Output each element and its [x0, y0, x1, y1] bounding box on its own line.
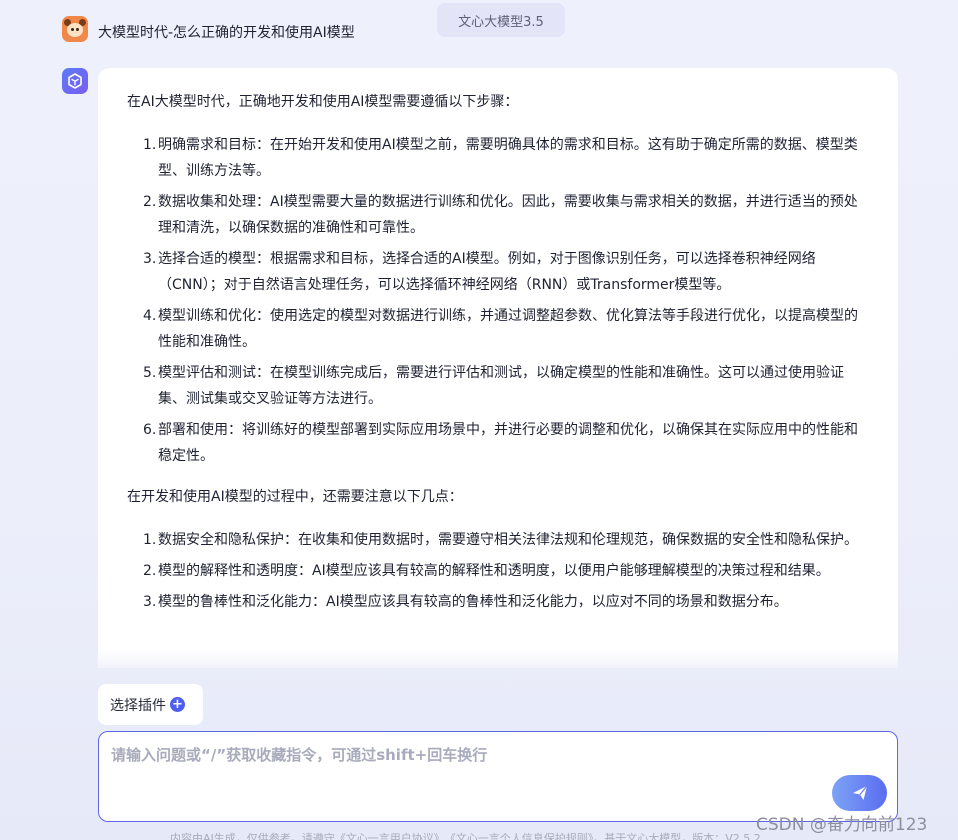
steps-list: 1. 明确需求和目标：在开始开发和使用AI模型之前，需要明确具体的需求和目标。这有… — [127, 132, 866, 469]
footer-disclaimer: 内容由AI生成，仅供参考。请遵守《文心一言用户协议》、《文心一言个人信息保护规则… — [170, 832, 761, 840]
chat-input[interactable] — [111, 744, 811, 804]
scroll-fade — [98, 650, 898, 668]
select-plugin-button[interactable]: 选择插件 + — [98, 684, 203, 725]
list-item: 3. 模型的鲁棒性和泛化能力：AI模型应该具有较高的鲁棒性和泛化能力，以应对不同的… — [143, 594, 788, 610]
list-item: 2. 模型的解释性和透明度：AI模型应该具有较高的解释性和透明度，以便用户能够理解… — [143, 563, 830, 579]
watermark: CSDN @奋力向前123 — [756, 815, 928, 835]
user-avatar — [62, 16, 88, 42]
answer-card: 在AI大模型时代，正确地开发和使用AI模型需要遵循以下步骤： 1. 明确需求和目标… — [98, 68, 898, 668]
user-question: 大模型时代-怎么正确的开发和使用AI模型 — [98, 25, 355, 41]
list-item: 5. 模型评估和测试：在模型训练完成后，需要进行评估和测试，以确定模型的性能和准确… — [143, 365, 844, 407]
avatar-eye-left — [71, 28, 74, 31]
notes-intro: 在开发和使用AI模型的过程中，还需要注意以下几点： — [127, 489, 463, 505]
paper-plane-icon — [852, 785, 867, 800]
chat-input-box[interactable] — [98, 731, 898, 822]
bot-avatar — [62, 68, 88, 94]
list-item: 4. 模型训练和优化：使用选定的模型对数据进行训练，并通过调整超参数、优化算法等手… — [143, 308, 858, 350]
send-button[interactable] — [832, 775, 887, 811]
list-item: 1. 明确需求和目标：在开始开发和使用AI模型之前，需要明确具体的需求和目标。这有… — [143, 137, 858, 179]
list-item: 2. 数据收集和处理：AI模型需要大量的数据进行训练和优化。因此，需要收集与需求相… — [143, 194, 858, 236]
plus-circle-icon: + — [170, 697, 185, 712]
avatar-face — [67, 23, 83, 37]
plugin-label: 选择插件 — [110, 697, 166, 714]
list-item: 6. 部署和使用：将训练好的模型部署到实际应用场景中，并进行必要的调整和优化，以确… — [143, 422, 858, 464]
avatar-eye-right — [76, 28, 79, 31]
answer-intro: 在AI大模型时代，正确地开发和使用AI模型需要遵循以下步骤： — [127, 94, 519, 110]
cube-icon — [68, 73, 82, 89]
list-item: 3. 选择合适的模型：根据需求和目标，选择合适的AI模型。例如，对于图像识别任务，… — [143, 251, 816, 293]
notes-list: 1. 数据安全和隐私保护：在收集和使用数据时，需要遵守相关法律法规和伦理规范，确保… — [127, 527, 866, 615]
list-item: 1. 数据安全和隐私保护：在收集和使用数据时，需要遵守相关法律法规和伦理规范，确保… — [143, 532, 858, 548]
model-badge[interactable]: 文心大模型3.5 — [437, 3, 565, 37]
